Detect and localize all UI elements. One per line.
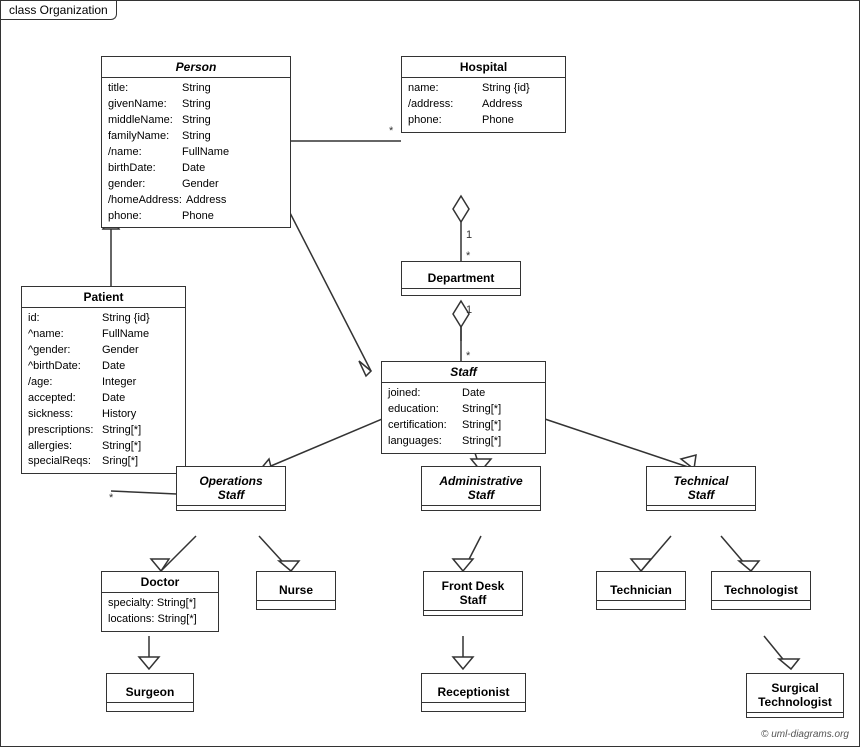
- operations-staff-box: Operations Staff: [176, 466, 286, 511]
- nurse-title: Nurse: [257, 580, 335, 601]
- technician-title: Technician: [597, 580, 685, 601]
- receptionist-title: Receptionist: [422, 682, 525, 703]
- hospital-box: Hospital name:String {id} /address:Addre…: [401, 56, 566, 133]
- person-title: Person: [102, 57, 290, 78]
- technologist-title: Technologist: [712, 580, 810, 601]
- copyright-text: © uml-diagrams.org: [761, 729, 849, 740]
- staff-box: Staff joined:Date education:String[*] ce…: [381, 361, 546, 454]
- svg-text:*: *: [389, 125, 394, 137]
- hospital-attrs: name:String {id} /address:Address phone:…: [402, 78, 565, 132]
- technical-staff-title: Technical Staff: [647, 471, 755, 506]
- department-title: Department: [402, 268, 520, 289]
- technician-box: Technician: [596, 571, 686, 610]
- surgical-technologist-box: Surgical Technologist: [746, 673, 844, 718]
- surgeon-title: Surgeon: [107, 682, 193, 703]
- svg-text:1: 1: [466, 229, 472, 241]
- technologist-box: Technologist: [711, 571, 811, 610]
- doctor-title: Doctor: [102, 572, 218, 593]
- nurse-box: Nurse: [256, 571, 336, 610]
- front-desk-staff-title: Front Desk Staff: [424, 576, 522, 611]
- department-box: Department: [401, 261, 521, 296]
- diagram-title: class Organization: [1, 1, 117, 20]
- doctor-box: Doctor specialty: String[*] locations: S…: [101, 571, 219, 632]
- svg-text:1: 1: [466, 304, 472, 316]
- hospital-title: Hospital: [402, 57, 565, 78]
- svg-text:*: *: [109, 492, 114, 504]
- front-desk-staff-box: Front Desk Staff: [423, 571, 523, 616]
- patient-title: Patient: [22, 287, 185, 308]
- patient-box: Patient id:String {id} ^name:FullName ^g…: [21, 286, 186, 474]
- operations-staff-title: Operations Staff: [177, 471, 285, 506]
- person-attrs: title:String givenName:String middleName…: [102, 78, 290, 227]
- administrative-staff-title: Administrative Staff: [422, 471, 540, 506]
- doctor-attrs: specialty: String[*] locations: String[*…: [102, 593, 218, 631]
- person-box: Person title:String givenName:String mid…: [101, 56, 291, 228]
- staff-attrs: joined:Date education:String[*] certific…: [382, 383, 545, 453]
- diagram-container: class Organization: [0, 0, 860, 747]
- receptionist-box: Receptionist: [421, 673, 526, 712]
- staff-title: Staff: [382, 362, 545, 383]
- patient-attrs: id:String {id} ^name:FullName ^gender:Ge…: [22, 308, 185, 473]
- administrative-staff-box: Administrative Staff: [421, 466, 541, 511]
- surgeon-box: Surgeon: [106, 673, 194, 712]
- technical-staff-box: Technical Staff: [646, 466, 756, 511]
- surgical-technologist-title: Surgical Technologist: [747, 678, 843, 713]
